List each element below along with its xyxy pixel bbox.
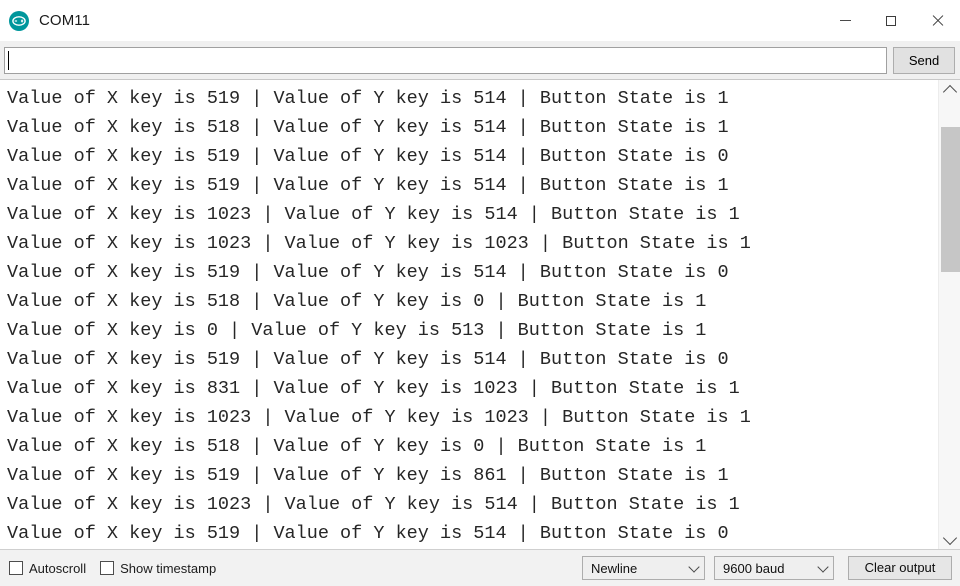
close-icon bbox=[931, 14, 944, 27]
serial-output-line: Value of X key is 519 | Value of Y key i… bbox=[7, 349, 729, 370]
maximize-button[interactable] bbox=[868, 0, 914, 41]
serial-output-line: Value of X key is 0 | Value of Y key is … bbox=[7, 320, 707, 341]
serial-output-line: Value of X key is 519 | Value of Y key i… bbox=[7, 262, 729, 283]
send-input-wrapper[interactable] bbox=[4, 46, 887, 74]
status-bar: Autoscroll Show timestamp Newline 9600 b… bbox=[0, 549, 960, 586]
serial-output-line: Value of X key is 1023 | Value of Y key … bbox=[7, 494, 740, 515]
serial-output-line: Value of X key is 518 | Value of Y key i… bbox=[7, 117, 729, 138]
scrollbar-thumb[interactable] bbox=[941, 127, 960, 272]
minimize-button[interactable] bbox=[822, 0, 868, 41]
serial-output-line: Value of X key is 519 | Value of Y key i… bbox=[7, 523, 729, 544]
chevron-down-icon bbox=[688, 560, 700, 573]
close-button[interactable] bbox=[914, 0, 960, 41]
serial-output-log[interactable]: Value of X key is 519 | Value of Y key i… bbox=[0, 80, 938, 549]
title-bar: COM11 bbox=[0, 0, 960, 41]
maximize-icon bbox=[886, 15, 896, 26]
chevron-down-icon bbox=[942, 530, 957, 545]
autoscroll-checkbox-group[interactable]: Autoscroll bbox=[9, 561, 86, 576]
serial-output-line: Value of X key is 518 | Value of Y key i… bbox=[7, 291, 707, 312]
minimize-icon bbox=[839, 20, 851, 21]
baud-rate-value: 9600 baud bbox=[723, 560, 785, 576]
serial-monitor-window: COM11 Send Value of X key is 519 | Value… bbox=[0, 0, 960, 586]
send-input[interactable] bbox=[8, 47, 886, 73]
show-timestamp-checkbox[interactable] bbox=[100, 561, 115, 575]
scroll-up-button[interactable] bbox=[939, 80, 960, 100]
vertical-scrollbar[interactable] bbox=[938, 80, 960, 549]
chevron-down-icon bbox=[817, 560, 829, 573]
line-ending-value: Newline bbox=[591, 560, 638, 576]
autoscroll-label: Autoscroll bbox=[29, 560, 87, 576]
serial-output-line: Value of X key is 1023 | Value of Y key … bbox=[7, 233, 751, 254]
serial-output-line: Value of X key is 1023 | Value of Y key … bbox=[7, 204, 740, 225]
serial-output-line: Value of X key is 519 | Value of Y key i… bbox=[7, 465, 729, 486]
window-controls bbox=[822, 0, 960, 41]
text-caret bbox=[8, 50, 9, 70]
line-ending-dropdown[interactable]: Newline bbox=[582, 556, 705, 580]
serial-output-line: Value of X key is 831 | Value of Y key i… bbox=[7, 378, 740, 399]
chevron-up-icon bbox=[942, 84, 957, 99]
show-timestamp-checkbox-group[interactable]: Show timestamp bbox=[100, 561, 216, 576]
serial-output-line: Value of X key is 519 | Value of Y key i… bbox=[7, 175, 729, 196]
title-bar-left: COM11 bbox=[0, 10, 91, 31]
arduino-icon bbox=[9, 10, 29, 31]
serial-output-line: Value of X key is 1023 | Value of Y key … bbox=[7, 407, 751, 428]
output-area: Value of X key is 519 | Value of Y key i… bbox=[0, 79, 960, 549]
serial-output-line: Value of X key is 519 | Value of Y key i… bbox=[7, 146, 729, 167]
autoscroll-checkbox[interactable] bbox=[9, 561, 23, 575]
serial-output-line: Value of X key is 518 | Value of Y key i… bbox=[7, 436, 707, 457]
baud-rate-dropdown[interactable]: 9600 baud bbox=[714, 556, 834, 580]
serial-output-line: Value of X key is 519 | Value of Y key i… bbox=[7, 88, 729, 109]
show-timestamp-label: Show timestamp bbox=[120, 560, 217, 576]
send-bar: Send bbox=[0, 41, 960, 79]
window-title: COM11 bbox=[39, 12, 91, 29]
scroll-down-button[interactable] bbox=[939, 529, 960, 549]
send-button[interactable]: Send bbox=[893, 46, 955, 74]
clear-output-button[interactable]: Clear output bbox=[848, 556, 952, 580]
scrollbar-track[interactable] bbox=[939, 100, 960, 529]
